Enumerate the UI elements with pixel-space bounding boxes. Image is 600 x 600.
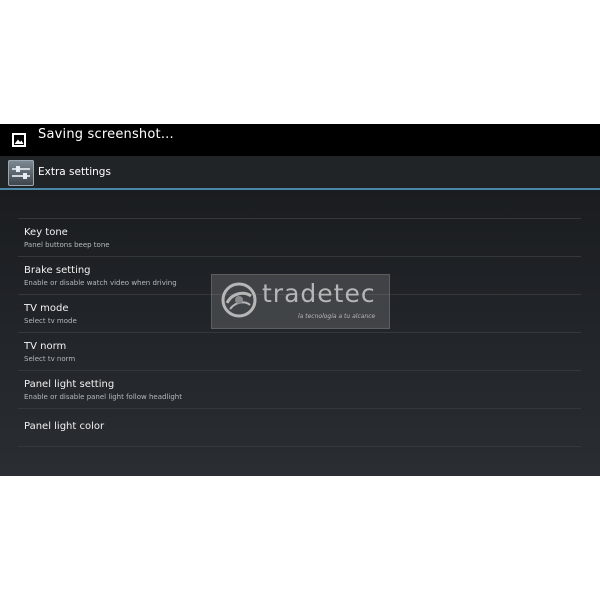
setting-title: Brake setting <box>24 265 91 276</box>
setting-title: TV mode <box>24 303 69 314</box>
notification-text: Saving screenshot... <box>38 127 174 142</box>
setting-title: TV norm <box>24 341 67 352</box>
setting-subtitle: Select tv mode <box>24 317 77 325</box>
setting-title: Key tone <box>24 227 68 238</box>
setting-subtitle: Enable or disable panel light follow hea… <box>24 393 182 401</box>
setting-subtitle: Select tv norm <box>24 355 76 363</box>
page-title: Extra settings <box>38 166 111 178</box>
tradetec-logo-icon <box>221 282 257 318</box>
setting-subtitle: Panel buttons beep tone <box>24 241 110 249</box>
setting-tv-norm[interactable]: TV norm Select tv norm <box>18 333 581 371</box>
action-bar: Extra settings <box>0 156 600 190</box>
settings-app-icon[interactable] <box>8 160 34 186</box>
android-screen: Saving screenshot... Extra settings Key … <box>0 124 600 476</box>
image-icon <box>12 133 26 147</box>
setting-title: Panel light color <box>24 421 105 432</box>
setting-key-tone[interactable]: Key tone Panel buttons beep tone <box>18 219 581 257</box>
sliders-icon <box>12 166 30 179</box>
watermark: tradetec la tecnología a tu alcance <box>211 274 390 329</box>
setting-panel-light[interactable]: Panel light setting Enable or disable pa… <box>18 371 581 409</box>
setting-subtitle: Enable or disable watch video when drivi… <box>24 279 177 287</box>
notification-bar: Saving screenshot... <box>0 124 600 156</box>
watermark-brand: tradetec <box>262 279 376 308</box>
settings-list: Key tone Panel buttons beep tone Brake s… <box>18 218 581 447</box>
setting-panel-light-color[interactable]: Panel light color <box>18 409 581 447</box>
setting-title: Panel light setting <box>24 379 115 390</box>
watermark-tagline: la tecnología a tu alcance <box>298 313 376 320</box>
